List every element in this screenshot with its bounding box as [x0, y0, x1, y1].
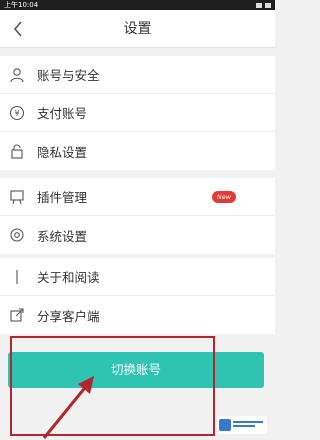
menu-item-about[interactable]: 关于和阅读 — [0, 258, 275, 296]
switch-account-button[interactable]: 切换账号 — [8, 352, 264, 388]
svg-text:¥: ¥ — [14, 109, 19, 118]
page-title: 设置 — [123, 21, 152, 37]
menu-item-privacy[interactable]: 隐私设置 — [0, 132, 275, 170]
settings-icon — [7, 225, 27, 245]
status-bar: 上午10:04 — [0, 0, 275, 10]
menu-item-share[interactable]: 分享客户端 — [0, 296, 275, 334]
nav-bar: 设置 — [0, 10, 275, 48]
info-icon — [7, 267, 27, 287]
lock-icon — [7, 141, 27, 161]
status-time: 上午10:04 — [4, 1, 39, 9]
new-badge: New — [212, 191, 236, 203]
menu-item-label: 分享客户端 — [37, 308, 100, 324]
menu-item-label: 账号与安全 — [37, 68, 100, 83]
menu-item-plugins[interactable]: 插件管理 New — [0, 178, 275, 216]
menu-item-label: 隐私设置 — [37, 144, 88, 160]
battery-icon — [265, 2, 271, 8]
signal-icon — [256, 2, 262, 8]
menu-item-label: 支付账号 — [37, 106, 88, 121]
menu-item-label: 系统设置 — [37, 228, 88, 244]
user-icon — [7, 65, 27, 85]
settings-group-account: 账号与安全 ¥ 支付账号 隐私设置 — [0, 56, 275, 170]
watermark-logo — [217, 416, 267, 434]
menu-item-label: 关于和阅读 — [37, 270, 100, 285]
menu-item-account-security[interactable]: 账号与安全 — [0, 56, 275, 94]
watermark-icon — [219, 419, 231, 431]
settings-group-system: 插件管理 New 系统设置 — [0, 178, 275, 254]
settings-group-about: 关于和阅读 分享客户端 — [0, 258, 275, 334]
menu-item-payment-account[interactable]: ¥ 支付账号 — [0, 94, 275, 132]
watermark-text — [233, 419, 265, 431]
yuan-icon: ¥ — [7, 103, 27, 123]
menu-item-label: 插件管理 — [37, 190, 88, 205]
share-icon — [7, 305, 27, 325]
menu-item-system-settings[interactable]: 系统设置 — [0, 216, 275, 254]
plugin-icon — [7, 187, 27, 207]
